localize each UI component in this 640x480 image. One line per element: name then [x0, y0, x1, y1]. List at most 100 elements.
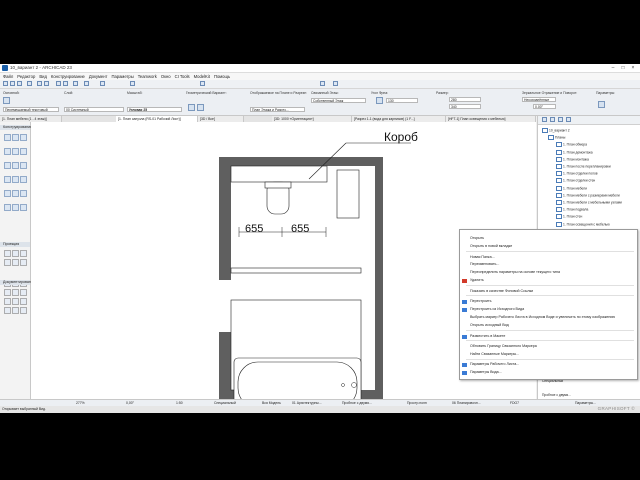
column-tool-icon[interactable]	[12, 134, 19, 141]
dimension-left-text[interactable]: 655	[245, 223, 263, 235]
menu-edit[interactable]: Редактор	[17, 73, 35, 80]
layer-select[interactable]: 00 Системный	[64, 107, 124, 112]
width-field[interactable]: 280	[449, 97, 481, 102]
nav-bottom-pen-set[interactable]: Пробное с двумя...	[542, 393, 571, 397]
floor-plan-icon[interactable]	[63, 81, 68, 86]
context-menu-item[interactable]: Обновить Границу Связанного Маркера	[470, 344, 537, 348]
elevation-tool-icon[interactable]	[12, 250, 19, 257]
pen-set[interactable]: 01 Архитектурны...	[292, 401, 322, 405]
context-menu-item[interactable]: Открыть в новой вкладке	[470, 244, 512, 248]
publisher-icon[interactable]	[566, 117, 571, 122]
section-icon[interactable]	[73, 81, 78, 86]
modelkit-icon[interactable]	[320, 81, 325, 86]
worksheet-tool-icon[interactable]	[4, 259, 11, 266]
nav-view-item[interactable]: 1. План отделки полов	[556, 171, 598, 177]
context-menu-item[interactable]: Открыть	[470, 236, 484, 240]
wall-tool-icon[interactable]	[4, 134, 11, 141]
context-menu-item[interactable]: Переопределить параметры на основе текущ…	[470, 270, 560, 274]
menu-ci-tools[interactable]: CI Tools	[175, 73, 190, 80]
structure-display[interactable]: Простр.полн	[407, 401, 427, 405]
nav-view-item[interactable]: 1. План подвала	[556, 207, 588, 213]
context-menu-item[interactable]: Найти Связанные Маркеры...	[470, 352, 519, 356]
geometry-method-icon[interactable]	[188, 104, 195, 111]
toolbox-doc-header[interactable]: Документирование	[0, 280, 35, 285]
menu-file[interactable]: Файл	[3, 73, 13, 80]
view-map-icon[interactable]	[550, 117, 555, 122]
lamp-tool-icon[interactable]	[12, 190, 19, 197]
arc-tool-icon[interactable]	[4, 298, 11, 305]
ci-tools-icon[interactable]	[333, 81, 338, 86]
menu-options[interactable]: Параметры	[111, 73, 133, 80]
maximize-button[interactable]: □	[618, 64, 628, 72]
menu-help[interactable]: Помощь	[214, 73, 230, 80]
nav-view-item[interactable]: 1. План мебели с мебельными узлами	[556, 200, 622, 205]
nav-view-item[interactable]: 1. План мебели	[556, 185, 587, 191]
context-menu-item[interactable]: Параметры Рабочего Листа...	[470, 362, 519, 366]
window-tool-icon[interactable]	[12, 176, 19, 183]
params-button[interactable]: Параметры...	[575, 401, 596, 405]
korob-label[interactable]: Короб	[384, 130, 418, 144]
drawing-tool-icon[interactable]	[20, 298, 27, 305]
angle-field[interactable]: 130	[386, 98, 418, 103]
save-icon[interactable]	[17, 81, 22, 86]
nav-view-item[interactable]: 1. План после перепланировки	[556, 164, 611, 169]
menu-design[interactable]: Конструирование	[51, 73, 85, 80]
layout-icon[interactable]	[84, 81, 89, 86]
model-view[interactable]: Вся Модель	[262, 401, 281, 405]
context-menu-item[interactable]: Перестроить	[470, 299, 492, 303]
hotspot-tool-icon[interactable]	[20, 307, 27, 314]
cabinet[interactable]	[336, 169, 360, 219]
menu-document[interactable]: Документ	[89, 73, 108, 80]
menu-view[interactable]: Вид	[39, 73, 47, 80]
section-tool-icon[interactable]	[4, 250, 11, 257]
shell-tool-icon[interactable]	[20, 148, 27, 155]
detail-tool-icon[interactable]	[12, 259, 19, 266]
context-menu-item[interactable]: Показать в качестве Фоновой Ссылки	[470, 289, 533, 293]
nav-folder-plans[interactable]: Планы	[548, 135, 565, 141]
context-menu-item[interactable]: Перестроить из Исходного Вида	[470, 307, 524, 311]
opening-tool-icon[interactable]	[20, 204, 27, 211]
new-file-icon[interactable]	[3, 81, 8, 86]
menu-window[interactable]: Окно	[161, 73, 171, 80]
nav-view-item[interactable]: 1. План обмера	[556, 142, 587, 148]
context-menu-item[interactable]: Параметры Вида...	[470, 370, 502, 374]
grid-tool-icon[interactable]	[12, 307, 19, 314]
renovation-filter[interactable]: 06 Планировочн...	[452, 401, 481, 405]
fill-tool-icon[interactable]	[12, 289, 19, 296]
nav-view-item[interactable]: 1. План отделки стен	[556, 178, 595, 184]
railing-tool-icon[interactable]	[12, 162, 19, 169]
curtain-wall-tool-icon[interactable]	[20, 162, 27, 169]
layer-combination[interactable]: Специальный	[214, 401, 236, 405]
3d-document-tool-icon[interactable]	[20, 259, 27, 266]
skylight-tool-icon[interactable]	[20, 176, 27, 183]
figure-tool-icon[interactable]	[4, 307, 11, 314]
zoom-icon[interactable]	[100, 81, 105, 86]
project-map-icon[interactable]	[542, 117, 547, 122]
context-menu-item[interactable]: Новая Папка...	[470, 255, 495, 259]
nav-view-item[interactable]: 1. План мебели с размерами мебели	[556, 192, 620, 198]
undo-icon[interactable]	[37, 81, 42, 86]
rotation-field[interactable]: 0,00°	[533, 104, 556, 109]
context-menu-item[interactable]: Выбрать маркер Рабочего Листа в Исходном…	[470, 315, 615, 319]
render-icon[interactable]	[130, 81, 135, 86]
door-tool-icon[interactable]	[4, 176, 11, 183]
open-file-icon[interactable]	[10, 81, 15, 86]
close-button[interactable]: ×	[628, 64, 638, 72]
scale-select[interactable]: Угловая 25	[127, 107, 182, 112]
line-tool-icon[interactable]	[20, 289, 27, 296]
scale-value[interactable]: 1:50	[176, 401, 183, 405]
toilet-tank[interactable]	[264, 181, 292, 189]
context-menu-item[interactable]: Разместить в Макете	[470, 334, 505, 338]
label-tool-icon[interactable]	[4, 289, 11, 296]
dimension-standard[interactable]: FDO7	[510, 401, 519, 405]
interior-elevation-tool-icon[interactable]	[20, 250, 27, 257]
beam-tool-icon[interactable]	[20, 134, 27, 141]
menu-modelkit[interactable]: ModelKit	[194, 73, 210, 80]
geometry-method-alt-icon[interactable]	[197, 104, 204, 111]
context-menu-item[interactable]: Переименовать...	[470, 262, 499, 266]
nav-view-item[interactable]: 1. План освещения с мебелью	[556, 221, 610, 227]
object-tool-icon[interactable]	[4, 190, 11, 197]
menu-teamwork[interactable]: Teamwork	[138, 73, 157, 80]
nav-view-item[interactable]: 1. План стен	[556, 214, 582, 220]
nav-project-root[interactable]: 10_вариант 2	[542, 128, 570, 133]
